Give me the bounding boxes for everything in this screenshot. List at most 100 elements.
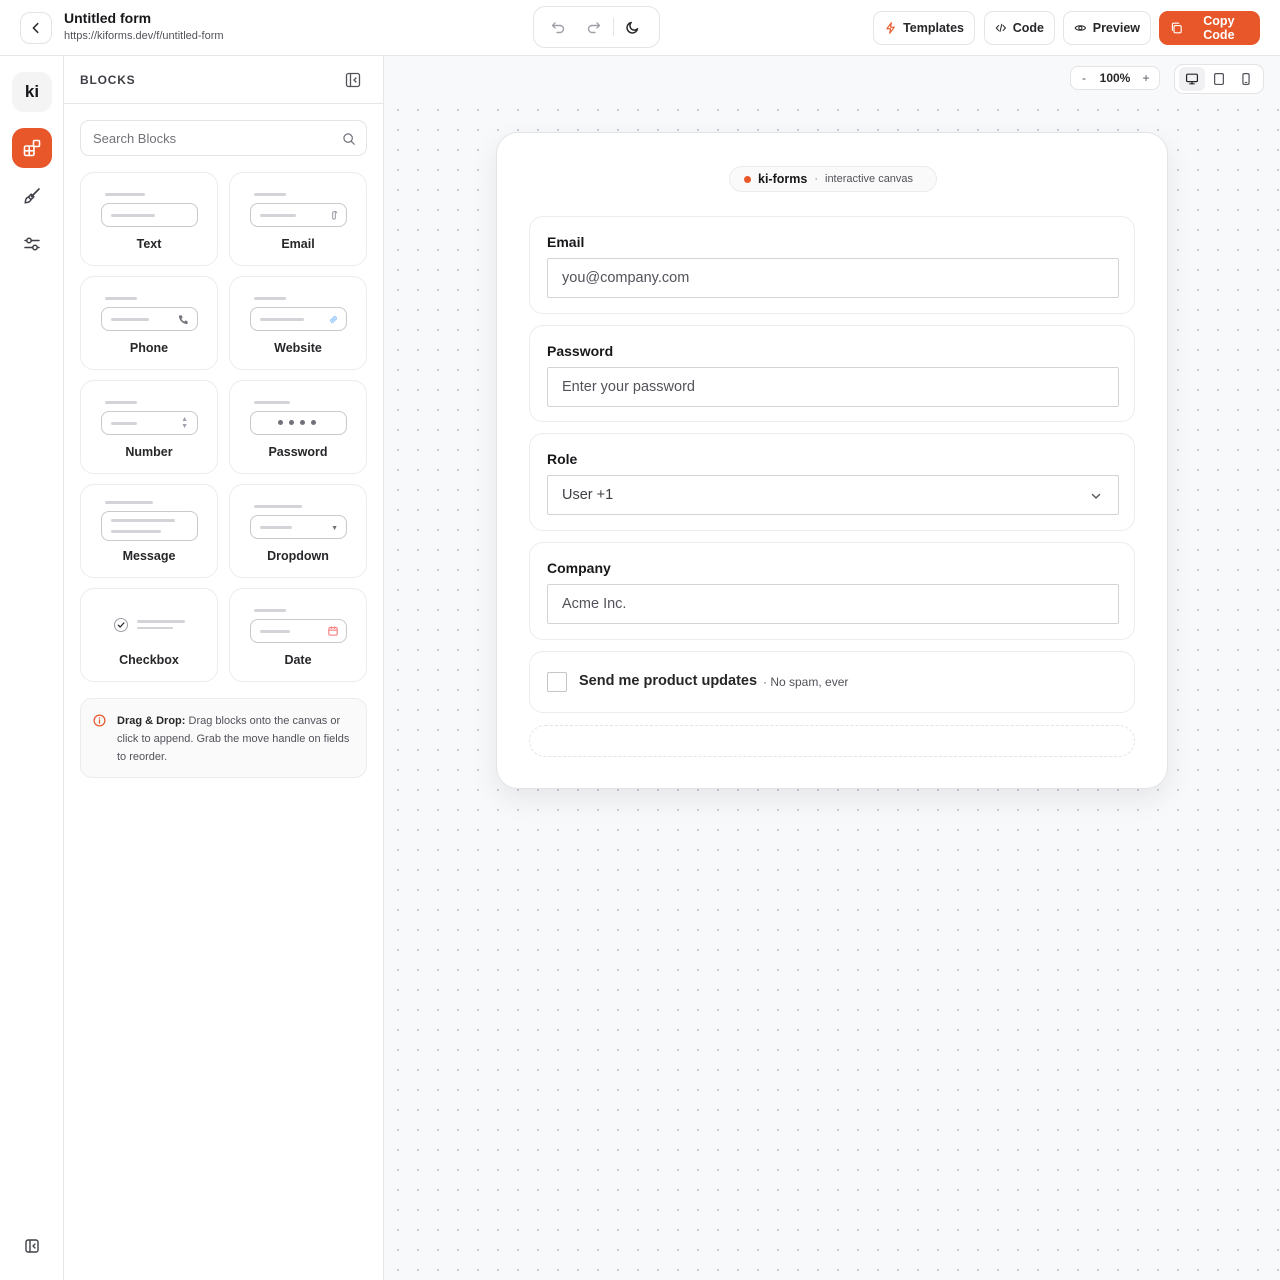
code-icon — [995, 23, 1006, 33]
block-website[interactable]: Website — [229, 276, 367, 370]
role-select[interactable]: User +1 — [547, 475, 1119, 515]
undo-button[interactable] — [540, 12, 576, 42]
preview-textarea — [101, 511, 198, 541]
block-label: Date — [284, 653, 312, 667]
field-label: Email — [547, 234, 585, 250]
field-company[interactable]: Company — [529, 542, 1135, 640]
search-icon — [343, 133, 355, 145]
field-role[interactable]: Role User +1 — [529, 433, 1135, 531]
drop-zone[interactable] — [529, 725, 1135, 757]
field-updates-checkbox[interactable]: Send me product updates · No spam, ever — [529, 651, 1135, 713]
block-label: Checkbox — [119, 653, 179, 667]
chevron-left-icon — [32, 22, 39, 34]
rail-item-style[interactable] — [12, 176, 52, 216]
theme-toggle-button[interactable] — [615, 12, 651, 42]
block-label: Password — [268, 445, 328, 459]
field-email[interactable]: Email — [529, 216, 1135, 314]
panel-collapse-icon[interactable] — [345, 72, 361, 88]
preview-label-bar — [254, 609, 286, 612]
templates-button[interactable]: Templates — [873, 11, 975, 45]
block-number[interactable]: ▲ ▼ Number — [80, 380, 218, 474]
block-label: Text — [136, 237, 162, 251]
form-url: https://kiforms.dev/f/untitled-form — [64, 30, 224, 42]
block-date[interactable]: Date — [229, 588, 367, 682]
phone-icon — [178, 315, 188, 325]
block-phone[interactable]: Phone — [80, 276, 218, 370]
checkbox-label[interactable]: Send me product updates — [579, 673, 757, 689]
history-toolbar — [533, 6, 660, 48]
blocks-icon — [23, 139, 41, 157]
preview-button[interactable]: Preview — [1063, 11, 1151, 45]
preview-label-bar — [137, 627, 173, 629]
zoom-level: 100% — [1099, 71, 1131, 85]
preview-label-bar — [254, 193, 286, 196]
stepper-icon: ▲ ▼ — [181, 416, 188, 430]
role-selected-value: User +1 — [562, 487, 614, 503]
calendar-icon — [328, 626, 338, 636]
app-logo: ki — [12, 72, 52, 112]
block-message[interactable]: Message — [80, 484, 218, 578]
mobile-icon — [1242, 72, 1250, 86]
form-title-group: Untitled form https://kiforms.dev/f/unti… — [64, 10, 224, 42]
redo-button[interactable] — [576, 12, 612, 42]
form-title[interactable]: Untitled form — [64, 10, 224, 26]
preview-label-bar — [254, 505, 302, 508]
redo-icon — [587, 22, 601, 34]
block-text[interactable]: Text — [80, 172, 218, 266]
search-input[interactable] — [93, 130, 333, 146]
block-label: Message — [122, 549, 176, 563]
sidebar-title: BLOCKS — [80, 73, 136, 87]
desktop-view-button[interactable] — [1178, 67, 1205, 91]
search-box — [80, 120, 367, 156]
form-canvas[interactable]: - 100% + ki-forms · interactive canvas E… — [384, 56, 1280, 1280]
blocks-sidebar: BLOCKS Text Email Phone Website ▲▼ — [64, 56, 384, 1280]
desktop-icon — [1185, 73, 1198, 85]
block-label: Website — [274, 341, 322, 355]
copy-icon — [1171, 22, 1182, 34]
link-icon — [330, 316, 337, 323]
mobile-view-button[interactable] — [1233, 67, 1259, 91]
preview-select: ▼ — [250, 515, 347, 539]
preview-label-bar — [254, 401, 290, 404]
block-password[interactable]: Password — [229, 380, 367, 474]
block-dropdown[interactable]: ▼ Dropdown — [229, 484, 367, 578]
drag-drop-hint: Drag & Drop: Drag blocks onto the canvas… — [80, 698, 367, 778]
password-field[interactable] — [547, 367, 1119, 407]
block-email[interactable]: Email — [229, 172, 367, 266]
form-card: ki-forms · interactive canvas Email Pass… — [496, 132, 1168, 789]
templates-label: Templates — [903, 21, 964, 35]
email-field[interactable] — [547, 258, 1119, 298]
badge-subtitle: interactive canvas — [825, 173, 914, 185]
rail-collapse-button[interactable] — [12, 1226, 52, 1266]
status-dot-icon — [744, 175, 751, 183]
updates-checkbox[interactable] — [547, 672, 567, 692]
sliders-icon — [24, 237, 40, 251]
caret-down-icon: ▼ — [331, 525, 338, 532]
form-badge: ki-forms · interactive canvas — [729, 166, 937, 192]
zoom-in-button[interactable]: + — [1141, 71, 1151, 85]
code-label: Code — [1012, 21, 1044, 35]
preview-input — [250, 307, 347, 331]
top-bar: Untitled form https://kiforms.dev/f/unti… — [0, 0, 1280, 56]
nav-rail: ki — [0, 56, 64, 1280]
preview-label-bar — [105, 501, 153, 504]
copy-code-button[interactable]: Copy Code — [1159, 11, 1260, 45]
hint-title: Drag & Drop: — [117, 715, 186, 727]
field-password[interactable]: Password — [529, 325, 1135, 422]
code-button[interactable]: Code — [984, 11, 1055, 45]
block-label: Email — [281, 237, 315, 251]
tablet-view-button[interactable] — [1206, 67, 1232, 91]
block-label: Phone — [129, 341, 169, 355]
zoom-out-button[interactable]: - — [1079, 71, 1089, 85]
rail-item-settings[interactable] — [12, 224, 52, 264]
lightning-icon — [886, 22, 895, 34]
company-field[interactable] — [547, 584, 1119, 624]
preview-input — [101, 203, 198, 227]
preview-label-bar — [105, 401, 137, 404]
preview-label-bar — [105, 297, 137, 300]
rail-item-blocks[interactable] — [12, 128, 52, 168]
back-button[interactable] — [20, 12, 52, 44]
preview-label-bar — [105, 193, 145, 196]
field-label: Role — [547, 451, 578, 467]
block-checkbox[interactable]: Checkbox — [80, 588, 218, 682]
